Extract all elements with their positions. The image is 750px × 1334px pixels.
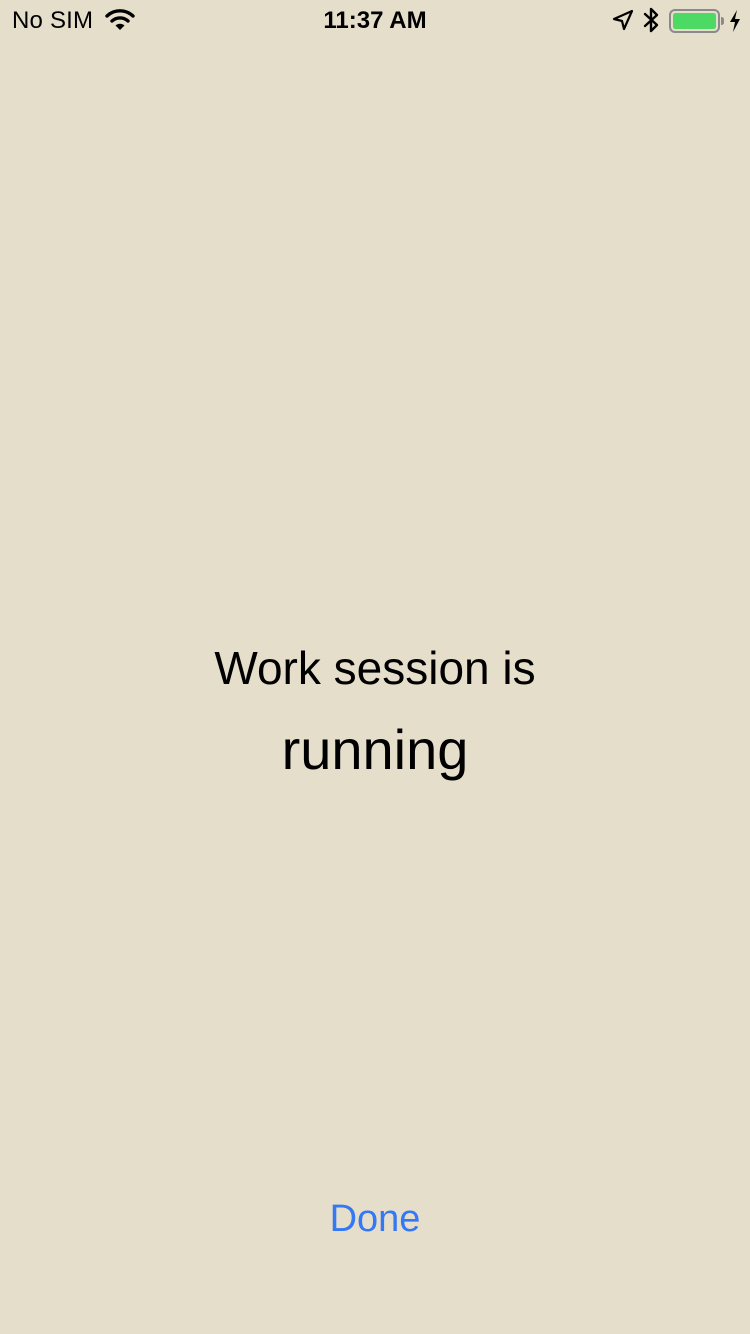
charging-bolt-icon (727, 8, 743, 34)
battery-icon (669, 8, 725, 34)
session-state: running (281, 718, 469, 781)
status-bar: No SIM 11:37 AM (0, 0, 750, 40)
bluetooth-icon (642, 7, 660, 33)
location-arrow-icon (612, 9, 634, 31)
session-headline: Work session is (214, 642, 536, 694)
status-time: 11:37 AM (323, 7, 427, 34)
done-button[interactable]: Done (300, 1193, 450, 1245)
